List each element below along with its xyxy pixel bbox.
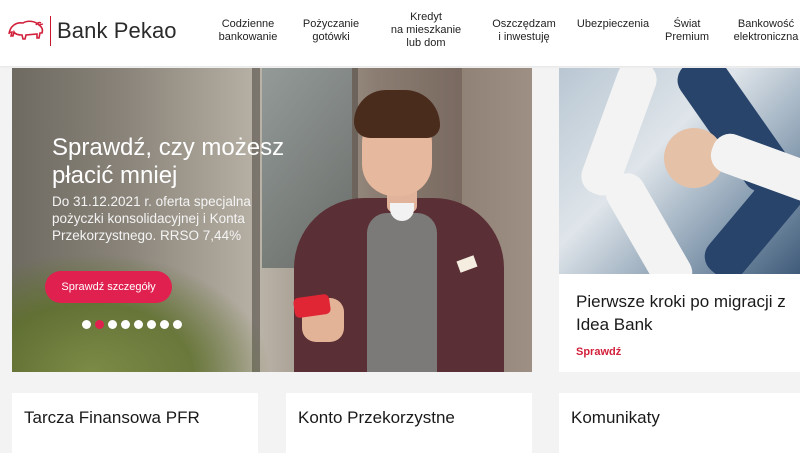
carousel-dot[interactable] xyxy=(95,320,104,329)
hero-person-hair xyxy=(354,90,440,138)
bank-logo[interactable]: Bank Pekao xyxy=(6,12,177,50)
main-nav: Codzienne bankowanie Pożyczanie gotówki … xyxy=(200,0,800,66)
hero-title: Sprawdź, czy możesz płacić mniej xyxy=(52,134,285,189)
carousel-dot[interactable] xyxy=(173,320,182,329)
hero-details-button[interactable]: Sprawdź szczegóły xyxy=(45,271,172,303)
bison-logo-icon xyxy=(8,20,44,40)
team-hands-image xyxy=(559,68,800,274)
site-header: Bank Pekao Codzienne bankowanie Pożyczan… xyxy=(0,0,800,66)
nav-item-codzienne-bankowanie[interactable]: Codzienne bankowanie xyxy=(218,18,278,44)
side-card-title: Pierwsze kroki po migracji z Idea Bank xyxy=(576,292,786,334)
card-title: Konto Przekorzystne xyxy=(298,408,455,427)
card-konto-przekorzystne[interactable]: Konto Przekorzystne xyxy=(286,393,532,453)
card-title: Tarcza Finansowa PFR xyxy=(24,408,200,427)
carousel-dot[interactable] xyxy=(147,320,156,329)
nav-item-bankowosc-elektroniczna[interactable]: Bankowość elektroniczna xyxy=(730,18,800,44)
logo-divider xyxy=(50,16,51,46)
hero-bg-plants xyxy=(12,252,272,372)
carousel-dot[interactable] xyxy=(108,320,117,329)
carousel-dot[interactable] xyxy=(121,320,130,329)
card-komunikaty[interactable]: Komunikaty xyxy=(559,393,800,453)
nav-item-oszczedzam-inwestuje[interactable]: Oszczędzam i inwestuję xyxy=(488,18,560,44)
brand-name: Bank Pekao xyxy=(57,18,177,43)
card-tarcza-finansowa[interactable]: Tarcza Finansowa PFR xyxy=(12,393,258,453)
hero-person-sweater xyxy=(367,213,437,372)
side-card-link[interactable]: Sprawdź xyxy=(576,346,621,358)
nav-item-ubezpieczenia[interactable]: Ubezpieczenia xyxy=(576,18,650,31)
card-title: Komunikaty xyxy=(571,408,660,427)
carousel-dot[interactable] xyxy=(134,320,143,329)
carousel-dot[interactable] xyxy=(160,320,169,329)
carousel-dot[interactable] xyxy=(82,320,91,329)
nav-item-kredyt-mieszkanie[interactable]: Kredyt na mieszkanie lub dom xyxy=(390,11,462,50)
nav-item-swiat-premium[interactable]: Świat Premium xyxy=(662,18,712,44)
carousel-dots xyxy=(82,320,182,329)
nav-item-pozyczanie-gotowki[interactable]: Pożyczanie gotówki xyxy=(301,18,361,44)
side-promo-card[interactable]: Pierwsze kroki po migracji z Idea Bank S… xyxy=(559,68,800,372)
hero-description: Do 31.12.2021 r. oferta specjalna pożycz… xyxy=(52,194,251,243)
